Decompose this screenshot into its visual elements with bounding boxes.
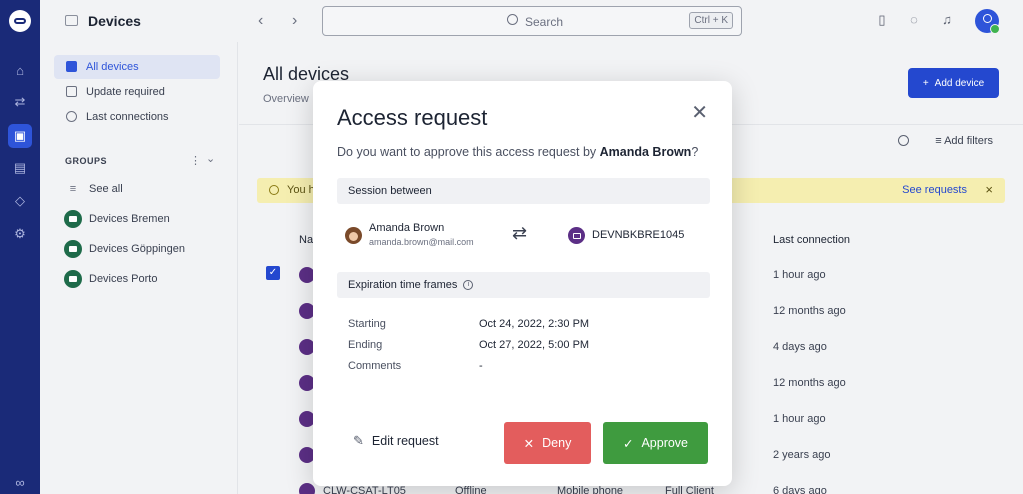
- comments-label: Comments: [348, 360, 402, 372]
- section-label: Expiration time frames: [348, 279, 458, 291]
- starting-label: Starting: [348, 318, 386, 330]
- device-name: DEVNBKBRE1045: [592, 229, 685, 241]
- session-between-header: Session between: [337, 178, 710, 204]
- avatar: [345, 227, 362, 244]
- ending-label: Ending: [348, 339, 383, 351]
- swap-arrows-icon: ⇄: [512, 223, 528, 243]
- access-request-dialog: Access request ✕ Do you want to approve …: [313, 81, 732, 486]
- device-icon: [568, 227, 585, 244]
- close-icon[interactable]: ✕: [691, 103, 708, 123]
- info-icon[interactable]: i: [463, 280, 474, 290]
- edit-request-button[interactable]: ✎ Edit request: [353, 433, 439, 449]
- requester-name: Amanda Brown: [369, 222, 445, 234]
- question-prefix: Do you want to approve this access reque…: [337, 145, 600, 159]
- close-icon: ✕: [523, 436, 535, 451]
- deny-button[interactable]: ✕ Deny: [504, 422, 591, 464]
- ending-value: Oct 27, 2022, 5:00 PM: [479, 339, 590, 351]
- approve-label: Approve: [641, 436, 689, 450]
- check-icon: ✓: [622, 436, 634, 451]
- pencil-icon: ✎: [353, 433, 364, 448]
- deny-label: Deny: [542, 436, 572, 450]
- edit-request-label: Edit request: [371, 434, 439, 448]
- starting-value: Oct 24, 2022, 2:30 PM: [479, 318, 590, 330]
- requester-name-bold: Amanda Brown: [599, 145, 692, 159]
- question-suffix: ?: [691, 145, 699, 159]
- dialog-question: Do you want to approve this access reque…: [337, 145, 698, 159]
- dialog-title: Access request: [337, 105, 488, 130]
- requester-email: amanda.brown@mail.com: [369, 237, 474, 247]
- expiration-header: Expiration time frames i: [337, 272, 710, 298]
- approve-button[interactable]: ✓ Approve: [603, 422, 708, 464]
- comments-value: -: [479, 360, 483, 372]
- section-label: Session between: [348, 185, 432, 197]
